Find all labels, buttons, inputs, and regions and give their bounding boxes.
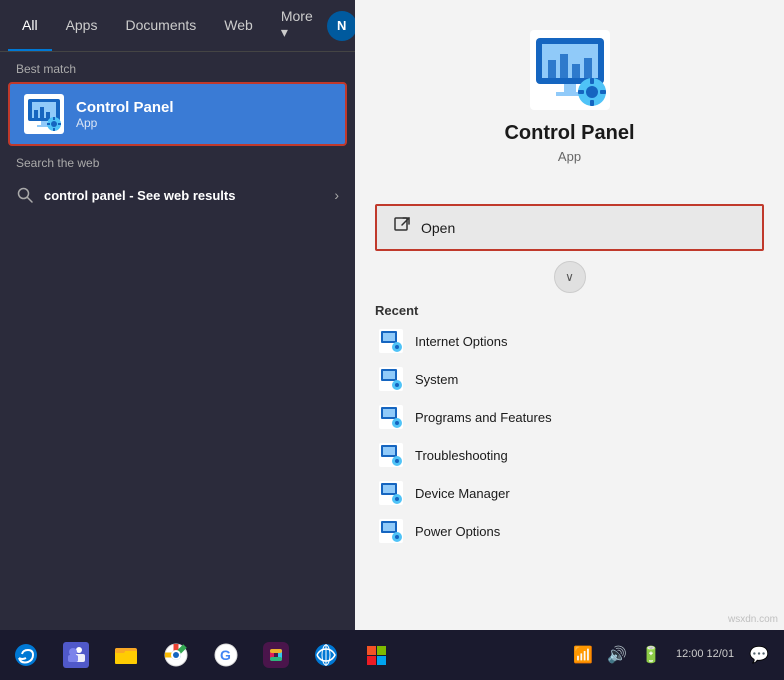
tab-more[interactable]: More ▾: [267, 0, 327, 51]
taskbar-notification-icon[interactable]: 💬: [744, 641, 774, 669]
recent-item-label-internet-options: Internet Options: [415, 334, 508, 349]
recent-item-icon-internet-options: [379, 329, 403, 353]
best-match-title: Control Panel: [76, 99, 174, 116]
taskbar-store-icon[interactable]: [152, 630, 200, 680]
recent-item-icon-troubleshooting: [379, 443, 403, 467]
recent-label: Recent: [375, 303, 764, 318]
taskbar-google-icon[interactable]: G: [202, 630, 250, 680]
expand-button[interactable]: ∨: [554, 261, 586, 293]
recent-item-icon-system: [379, 367, 403, 391]
taskbar-edge-icon[interactable]: [2, 630, 50, 680]
recent-item-label-system: System: [415, 372, 458, 387]
taskbar-winlogo-icon[interactable]: [352, 630, 400, 680]
best-match-label: Best match: [0, 52, 355, 82]
tab-apps[interactable]: Apps: [52, 0, 112, 51]
web-search-text: control panel - See web results: [44, 188, 235, 203]
open-button-container: Open: [375, 204, 764, 251]
taskbar-volume-icon[interactable]: 🔊: [602, 641, 632, 669]
taskbar-explorer-icon[interactable]: [102, 630, 150, 680]
recent-item-icon-power: [379, 519, 403, 543]
recent-item-internet-options[interactable]: Internet Options: [375, 322, 764, 360]
tab-documents[interactable]: Documents: [111, 0, 210, 51]
best-match-info: Control Panel App: [76, 99, 174, 130]
recent-item-system[interactable]: System: [375, 360, 764, 398]
recent-item-label-device-manager: Device Manager: [415, 486, 510, 501]
tab-web[interactable]: Web: [210, 0, 267, 51]
recent-item-icon-device-manager: [379, 481, 403, 505]
taskbar-network-icon[interactable]: [302, 630, 350, 680]
control-panel-icon: [24, 94, 64, 134]
web-search-item[interactable]: control panel - See web results ›: [0, 176, 355, 214]
tab-all[interactable]: All: [8, 0, 52, 51]
watermark: wsxdn.com: [728, 614, 778, 625]
recent-item-label-programs: Programs and Features: [415, 410, 552, 425]
svg-text:G: G: [220, 647, 231, 663]
app-detail-control-panel-icon: [530, 30, 610, 110]
search-panel: All Apps Documents Web More ▾ N 🗨 ··· ✕ …: [0, 0, 355, 630]
best-match-item[interactable]: Control Panel App: [8, 82, 347, 146]
recent-item-device-manager[interactable]: Device Manager: [375, 474, 764, 512]
recent-item-label-power: Power Options: [415, 524, 500, 539]
web-search-chevron: ›: [334, 187, 339, 203]
taskbar-clock[interactable]: 12:00 12/01: [670, 647, 740, 662]
open-label: Open: [421, 220, 455, 236]
open-icon: [393, 216, 411, 239]
app-detail-name: Control Panel: [504, 122, 634, 145]
best-match-subtitle: App: [76, 116, 174, 130]
search-icon: [16, 186, 34, 204]
taskbar-wifi-icon[interactable]: 📶: [568, 641, 598, 669]
recent-item-programs-features[interactable]: Programs and Features: [375, 398, 764, 436]
taskbar-slack-icon[interactable]: [252, 630, 300, 680]
user-avatar[interactable]: N: [327, 11, 357, 41]
taskbar: G 📶 🔊 🔋 12:00 12/0: [0, 630, 784, 680]
right-panel: Control Panel App Open ∨ Recent: [355, 0, 784, 630]
taskbar-system-area: 📶 🔊 🔋 12:00 12/01 💬: [568, 641, 782, 669]
recent-item-power-options[interactable]: Power Options: [375, 512, 764, 550]
taskbar-teams-icon[interactable]: [52, 630, 100, 680]
recent-item-troubleshooting[interactable]: Troubleshooting: [375, 436, 764, 474]
recent-item-icon-programs: [379, 405, 403, 429]
recent-section: Recent Internet Options System: [355, 303, 784, 550]
app-detail-sub: App: [558, 149, 581, 164]
web-search-label: Search the web: [0, 146, 355, 176]
recent-item-label-troubleshooting: Troubleshooting: [415, 448, 508, 463]
tabs-row: All Apps Documents Web More ▾ N 🗨 ··· ✕: [0, 0, 355, 52]
open-button[interactable]: Open: [377, 206, 762, 249]
taskbar-battery-icon[interactable]: 🔋: [636, 641, 666, 669]
app-detail-top: Control Panel App: [355, 0, 784, 204]
